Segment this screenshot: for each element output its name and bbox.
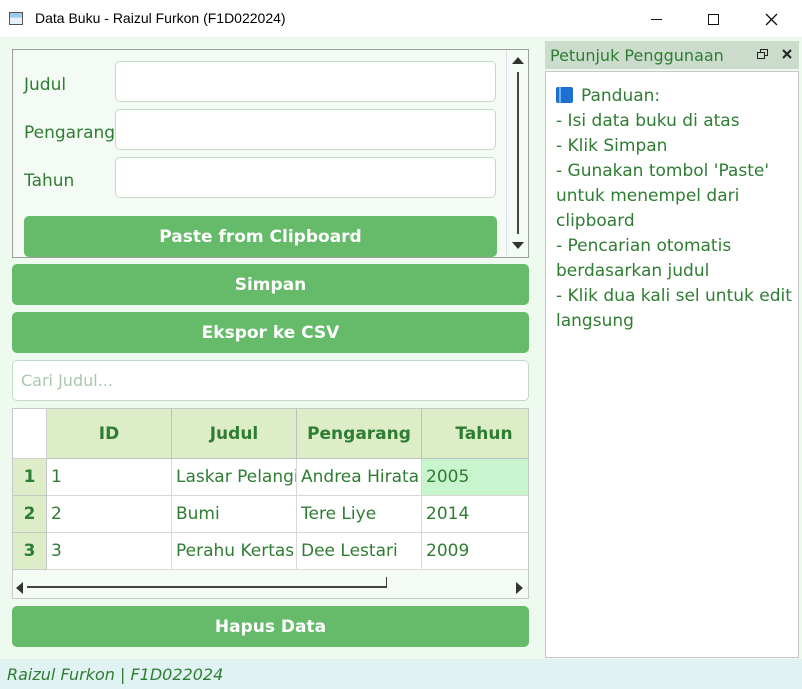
table-cell[interactable]: Dee Lestari — [297, 533, 422, 570]
simpan-button[interactable]: Simpan — [12, 264, 529, 305]
form-vertical-scrollbar[interactable] — [506, 50, 528, 257]
close-button[interactable] — [742, 0, 800, 38]
scroll-left-icon[interactable] — [16, 582, 23, 594]
pengarang-row: Pengarang — [24, 112, 116, 153]
dock-line: - Pencarian otomatis — [556, 236, 732, 256]
dock-line: Panduan: — [546, 84, 798, 109]
scroll-thumb[interactable] — [517, 72, 519, 234]
table-cell[interactable]: Andrea Hirata — [297, 459, 422, 496]
float-icon-front — [757, 52, 765, 59]
dock-line: - Klik dua kali sel untuk edit — [556, 286, 792, 306]
minimize-icon — [650, 18, 662, 20]
status-text: Raizul Furkon | F1D022024 — [7, 665, 224, 684]
pengarang-label: Pengarang — [24, 122, 116, 143]
dock-close-button[interactable] — [781, 45, 795, 63]
table-cell[interactable]: 2 — [47, 496, 172, 533]
row-header[interactable]: 3 — [13, 533, 47, 570]
ekspor-csv-button[interactable]: Ekspor ke CSV — [12, 312, 529, 353]
table-cell[interactable]: Bumi — [172, 496, 297, 533]
dock-header: Petunjuk Penggunaan — [545, 41, 799, 69]
maximize-button[interactable] — [684, 0, 742, 38]
book-table: ID Judul Pengarang Tahun 1 1 Laskar Pela… — [12, 408, 529, 599]
close-icon — [782, 49, 792, 59]
table-cell[interactable]: Tere Liye — [297, 496, 422, 533]
window-title: Data Buku - Raizul Furkon (F1D022024) — [35, 10, 286, 26]
dock-float-button[interactable] — [755, 45, 769, 63]
minimize-button[interactable] — [627, 0, 685, 38]
table-cell[interactable]: 2009 — [422, 533, 528, 570]
search-input[interactable]: Cari Judul... — [12, 360, 529, 401]
row-header[interactable]: 1 — [13, 459, 47, 496]
pengarang-input[interactable] — [115, 109, 496, 150]
table-cell[interactable]: Perahu Kertas — [172, 533, 297, 570]
column-header-judul[interactable]: Judul — [172, 409, 297, 459]
scroll-up-icon[interactable] — [512, 57, 524, 64]
row-header[interactable]: 2 — [13, 496, 47, 533]
dock-line: clipboard — [556, 211, 635, 231]
hscroll-thumb-end — [386, 577, 387, 587]
dock-line: - Gunakan tombol 'Paste' — [556, 161, 769, 181]
hapus-data-button[interactable]: Hapus Data — [12, 606, 529, 647]
table-cell[interactable]: 2014 — [422, 496, 528, 533]
table-cell[interactable]: 3 — [47, 533, 172, 570]
table-cell-selected[interactable]: 2005 — [422, 459, 528, 496]
dock-line-text: Panduan: — [581, 86, 661, 106]
scroll-down-icon[interactable] — [512, 242, 524, 249]
dock-line: langsung — [556, 311, 634, 331]
column-header-pengarang[interactable]: Pengarang — [297, 409, 422, 459]
judul-input[interactable] — [115, 61, 496, 102]
book-icon — [556, 87, 573, 103]
judul-row: Judul — [24, 64, 116, 105]
tahun-input[interactable] — [115, 157, 496, 198]
paste-from-clipboard-button[interactable]: Paste from Clipboard — [24, 216, 497, 257]
hscroll-thumb[interactable] — [27, 586, 387, 588]
form-scroll-panel: Judul Pengarang Tahun Paste from Clipboa… — [12, 49, 529, 258]
table-corner[interactable] — [13, 409, 47, 459]
table-cell[interactable]: Laskar Pelangi — [172, 459, 297, 496]
tahun-row: Tahun — [24, 160, 116, 201]
maximize-icon — [707, 13, 719, 25]
column-header-tahun[interactable]: Tahun — [422, 409, 528, 459]
dock-line: berdasarkan judul — [556, 261, 710, 281]
judul-label: Judul — [24, 74, 67, 95]
dock-title: Petunjuk Penggunaan — [550, 46, 724, 65]
dock-line: untuk menempel dari — [556, 186, 740, 206]
status-bar: Raizul Furkon | F1D022024 — [0, 659, 802, 689]
app-icon — [9, 12, 23, 25]
column-header-id[interactable]: ID — [47, 409, 172, 459]
dock-line: - Isi data buku di atas — [556, 111, 740, 131]
dock-line: - Klik Simpan — [556, 136, 668, 156]
scroll-right-icon[interactable] — [516, 582, 523, 594]
table-horizontal-scrollbar[interactable] — [13, 577, 528, 598]
main-area: Judul Pengarang Tahun Paste from Clipboa… — [0, 38, 802, 659]
table-cell[interactable]: 1 — [47, 459, 172, 496]
close-icon — [765, 13, 777, 25]
tahun-label: Tahun — [24, 170, 75, 191]
title-bar: Data Buku - Raizul Furkon (F1D022024) — [0, 0, 802, 38]
dock-body: Panduan: - Isi data buku di atas - Klik … — [545, 71, 799, 658]
